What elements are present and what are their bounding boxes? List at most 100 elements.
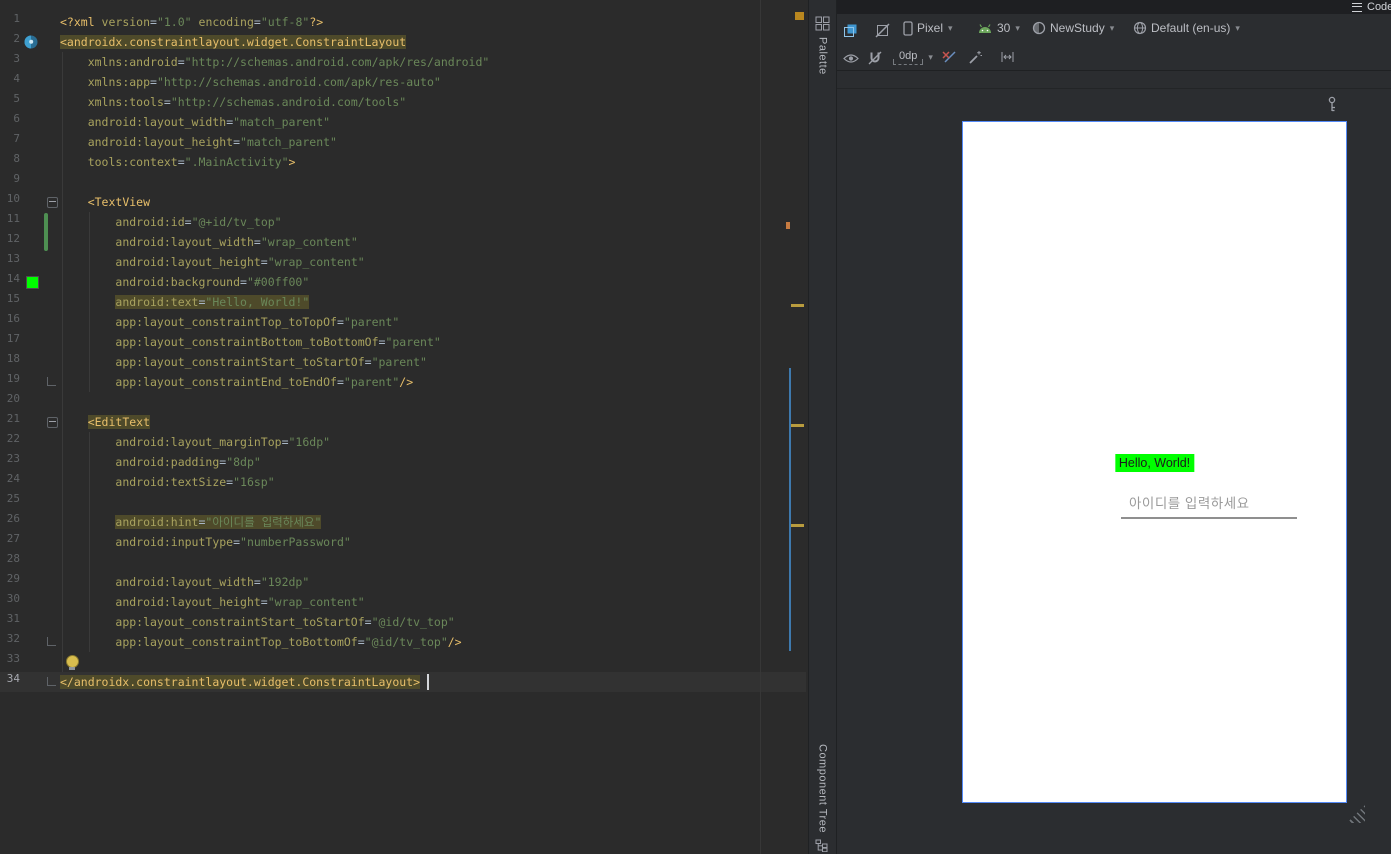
code-line[interactable]: xmlns:android="http://schemas.android.co… — [60, 52, 490, 72]
vcs-change-marker[interactable] — [44, 213, 48, 251]
line-number[interactable]: 28 — [0, 552, 20, 572]
scrollbar-selection-mark[interactable] — [789, 368, 791, 651]
code-line[interactable]: <androidx.constraintlayout.widget.Constr… — [60, 32, 489, 52]
key-icon[interactable] — [1326, 96, 1338, 113]
device-preview-canvas[interactable]: Hello, World! 아이디를 입력하세요 — [962, 121, 1347, 803]
clear-constraints-button[interactable] — [941, 47, 957, 67]
line-number[interactable]: 11 — [0, 212, 20, 232]
line-number[interactable]: 23 — [0, 452, 20, 472]
api-level-selector[interactable]: 30 ▾ — [977, 18, 1020, 38]
code-line[interactable]: android:layout_marginTop="16dp" — [60, 432, 489, 452]
preview-edittext[interactable]: 아이디를 입력하세요 — [1121, 492, 1297, 519]
line-number[interactable]: 2 — [0, 32, 20, 52]
line-number[interactable]: 34 — [0, 672, 20, 692]
code-line[interactable]: android:hint="아이디를 입력하세요" — [60, 512, 489, 532]
code-line[interactable]: android:layout_width="wrap_content" — [60, 232, 489, 252]
line-number[interactable]: 8 — [0, 152, 20, 172]
line-number[interactable]: 1 — [0, 12, 20, 32]
component-tree-icon[interactable] — [815, 839, 830, 852]
code-line[interactable]: xmlns:tools="http://schemas.android.com/… — [60, 92, 489, 112]
code-line[interactable]: android:layout_width="192dp" — [60, 572, 489, 592]
device-selector[interactable]: Pixel ▾ — [903, 18, 953, 38]
line-number[interactable]: 22 — [0, 432, 20, 452]
line-number[interactable]: 10 — [0, 192, 20, 212]
line-number[interactable]: 26 — [0, 512, 20, 532]
line-number[interactable]: 18 — [0, 352, 20, 372]
palette-icon[interactable] — [815, 16, 830, 31]
code-line[interactable]: app:layout_constraintStart_toStartOf="pa… — [60, 352, 489, 372]
palette-tab[interactable]: Palette — [817, 37, 829, 75]
code-line[interactable]: android:layout_height="wrap_content" — [60, 252, 489, 272]
line-number[interactable]: 4 — [0, 72, 20, 92]
line-number[interactable]: 13 — [0, 252, 20, 272]
line-number[interactable]: 16 — [0, 312, 20, 332]
line-number[interactable]: 31 — [0, 612, 20, 632]
code-line[interactable] — [60, 492, 489, 512]
line-number[interactable]: 30 — [0, 592, 20, 612]
code-line[interactable]: android:inputType="numberPassword" — [60, 532, 489, 552]
code-line[interactable]: <?xml version="1.0" encoding="utf-8"?> — [60, 12, 489, 32]
line-number[interactable]: 7 — [0, 132, 20, 152]
line-number[interactable]: 6 — [0, 112, 20, 132]
line-number[interactable]: 17 — [0, 332, 20, 352]
view-options-button[interactable] — [843, 48, 859, 68]
line-number[interactable]: 3 — [0, 52, 20, 72]
code-line[interactable]: android:textSize="16sp" — [60, 472, 489, 492]
code-mode-toggle[interactable]: Code — [1352, 1, 1391, 13]
editor-gutter[interactable]: 1 2 3 4 5 6 7 8 9 10 11 12 13 14 15 16 17 18 19 20 21 22 23 24 2… — [0, 12, 20, 692]
line-number[interactable]: 20 — [0, 392, 20, 412]
line-number[interactable]: 14 — [0, 272, 20, 292]
xml-editor-pane[interactable]: 1 2 3 4 5 6 7 8 9 10 11 12 13 14 15 16 17 18 19 20 21 22 23 24 2… — [0, 0, 808, 854]
intention-lightbulb-icon[interactable] — [66, 655, 79, 670]
line-number[interactable]: 27 — [0, 532, 20, 552]
code-area[interactable]: <?xml version="1.0" encoding="utf-8"?> <a… — [60, 12, 489, 692]
line-number[interactable]: 32 — [0, 632, 20, 652]
fold-start-marker[interactable] — [47, 197, 58, 208]
code-line[interactable]: tools:context=".MainActivity"> — [60, 152, 489, 172]
line-number[interactable]: 5 — [0, 92, 20, 112]
component-tree-tab[interactable]: Component Tree — [817, 744, 829, 833]
scrollbar-occurrence-mark[interactable] — [791, 424, 804, 427]
line-number[interactable]: 29 — [0, 572, 20, 592]
code-line[interactable]: <EditText — [60, 412, 489, 432]
code-line[interactable]: app:layout_constraintBottom_toBottomOf="… — [60, 332, 489, 352]
scrollbar-mark[interactable] — [795, 12, 804, 20]
canvas-resize-handle[interactable] — [1347, 805, 1365, 823]
code-line[interactable]: android:background="#00ff00" — [60, 272, 489, 292]
code-line[interactable] — [60, 552, 489, 572]
color-preview-swatch[interactable] — [26, 276, 39, 289]
code-line[interactable] — [60, 172, 489, 192]
code-line[interactable]: android:id="@+id/tv_top" — [60, 212, 489, 232]
locale-selector[interactable]: Default (en-us) ▾ — [1133, 18, 1240, 38]
scrollbar-occurrence-mark[interactable] — [791, 304, 804, 307]
line-number[interactable]: 21 — [0, 412, 20, 432]
code-line[interactable]: android:layout_height="wrap_content" — [60, 592, 489, 612]
line-number[interactable]: 9 — [0, 172, 20, 192]
theme-selector[interactable]: NewStudy ▾ — [1032, 18, 1114, 38]
code-line[interactable]: android:layout_height="match_parent" — [60, 132, 489, 152]
fold-end-marker[interactable] — [47, 677, 56, 686]
code-line[interactable]: <TextView — [60, 192, 489, 212]
preview-textview-hello[interactable]: Hello, World! — [1114, 454, 1195, 472]
code-line[interactable]: xmlns:app="http://schemas.android.com/ap… — [60, 72, 489, 92]
fold-start-marker[interactable] — [47, 417, 58, 428]
code-line[interactable]: app:layout_constraintTop_toTopOf="parent… — [60, 312, 489, 332]
scrollbar-occurrence-mark[interactable] — [791, 524, 804, 527]
design-surface-button[interactable] — [843, 20, 858, 40]
infer-constraints-button[interactable] — [968, 47, 983, 67]
expand-horizontal-button[interactable] — [1000, 47, 1015, 67]
code-line[interactable]: app:layout_constraintEnd_toEndOf="parent… — [60, 372, 489, 392]
code-line[interactable]: app:layout_constraintTop_toBottomOf="@id… — [60, 632, 489, 652]
line-number[interactable]: 19 — [0, 372, 20, 392]
orientation-button[interactable] — [875, 20, 890, 40]
fold-end-marker[interactable] — [47, 377, 56, 386]
scrollbar-mark[interactable] — [786, 222, 790, 229]
code-line[interactable]: android:text="Hello, World!" — [60, 292, 489, 312]
code-line[interactable]: android:layout_width="match_parent" — [60, 112, 489, 132]
line-number[interactable]: 12 — [0, 232, 20, 252]
line-number[interactable]: 25 — [0, 492, 20, 512]
line-number[interactable]: 15 — [0, 292, 20, 312]
line-number[interactable]: 24 — [0, 472, 20, 492]
code-line[interactable]: android:padding="8dp" — [60, 452, 489, 472]
code-line[interactable] — [60, 392, 489, 412]
